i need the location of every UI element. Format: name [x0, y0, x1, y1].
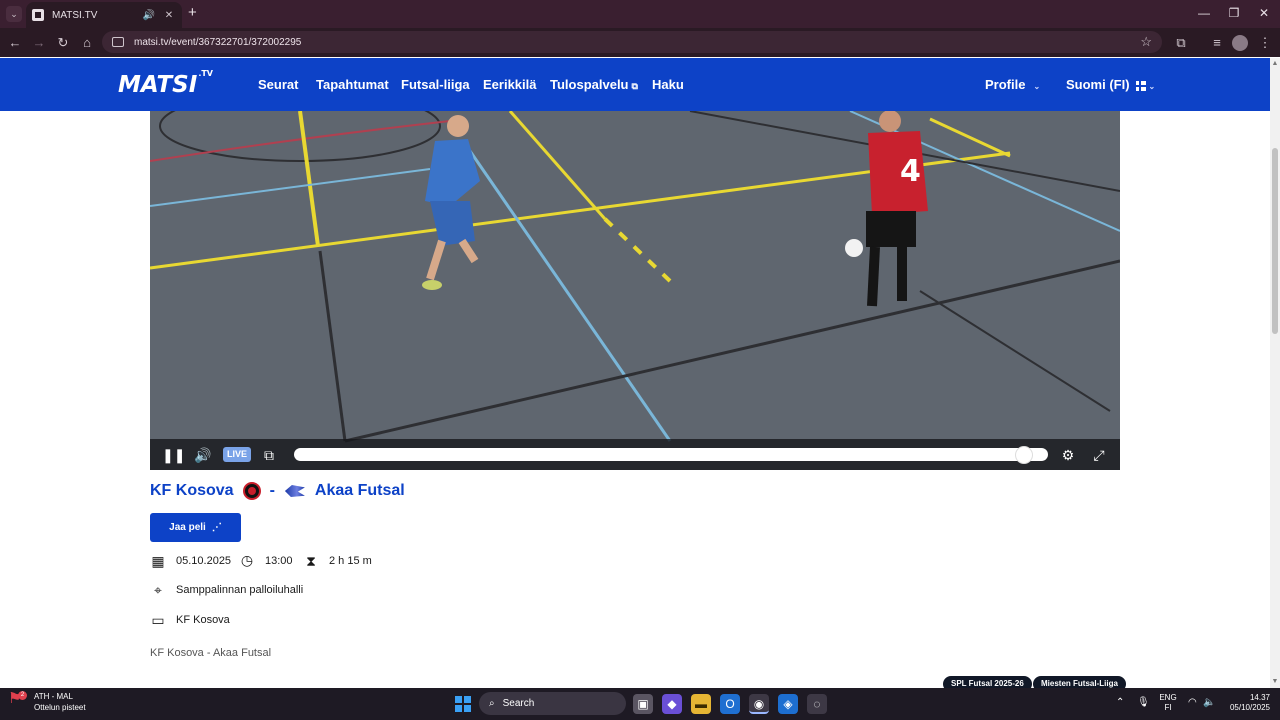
site-logo[interactable]: MATSI.TV — [118, 69, 213, 98]
clock-icon: ◷ — [240, 552, 254, 568]
forward-icon[interactable]: → — [30, 34, 48, 52]
windows-start-icon[interactable] — [455, 696, 471, 712]
wifi-icon[interactable]: ◠ — [1188, 697, 1197, 708]
url-text: matsi.tv/event/367322701/372002295 — [134, 36, 302, 48]
picture-in-picture-icon[interactable]: ⧉ — [260, 446, 278, 464]
seek-bar[interactable] — [294, 448, 1048, 461]
app-icon-2[interactable]: ◌ — [807, 694, 827, 714]
chevron-down-icon: ⌄ — [1148, 82, 1156, 91]
sports-pin-icon: ⚑ 2 — [8, 691, 27, 711]
match-title: KF Kosova - Akaa Futsal — [150, 482, 405, 500]
address-bar[interactable]: matsi.tv/event/367322701/372002295 ☆ — [102, 31, 1162, 53]
file-explorer-icon[interactable]: ▬ — [691, 694, 711, 714]
site-info-icon[interactable] — [112, 37, 124, 47]
nav-futsal-liiga[interactable]: Futsal-liiga — [401, 77, 470, 92]
location-pin-icon: ⌖ — [154, 582, 162, 598]
broadcaster-name: KF Kosova — [176, 614, 230, 626]
chevron-down-icon: ⌄ — [1033, 82, 1041, 91]
home-team-crest — [242, 482, 261, 500]
match-date: 05.10.2025 — [176, 555, 232, 567]
scroll-down-arrow-icon[interactable]: ▼ — [1271, 678, 1279, 685]
finland-flag-icon — [1135, 80, 1146, 91]
tab-close-icon[interactable]: ✕ — [162, 10, 176, 21]
away-team-name[interactable]: Akaa Futsal — [315, 482, 405, 500]
minimize-button[interactable]: — — [1194, 6, 1214, 20]
away-team-crest — [284, 485, 305, 497]
search-icon: ⌕ — [489, 698, 495, 709]
svg-text:4: 4 — [900, 154, 921, 189]
restore-button[interactable]: ❐ — [1224, 6, 1244, 20]
home-team-name[interactable]: KF Kosova — [150, 482, 234, 500]
scrollbar-thumb[interactable] — [1272, 148, 1278, 334]
profile-menu[interactable]: Profile ⌄ — [985, 77, 1040, 92]
taskbar-search[interactable]: ⌕ Search — [479, 692, 626, 715]
reload-icon[interactable]: ↻ — [54, 34, 72, 52]
bookmark-star-icon[interactable]: ☆ — [1140, 34, 1152, 50]
task-view-icon[interactable]: ▣ — [633, 694, 653, 714]
new-tab-button[interactable]: + — [188, 5, 197, 21]
fullscreen-icon[interactable]: ⤢ — [1089, 446, 1109, 464]
match-time: 13:00 — [265, 555, 293, 567]
back-icon[interactable]: ← — [6, 34, 24, 52]
profile-avatar[interactable] — [1232, 35, 1248, 51]
hourglass-icon: ⧗ — [306, 553, 316, 569]
calendar-icon: ▦ — [151, 553, 165, 569]
browser-tab[interactable]: MATSI.TV 🔊 ✕ — [26, 2, 182, 28]
venue-name: Samppalinnan palloiluhalli — [176, 584, 304, 596]
nav-tapahtumat[interactable]: Tapahtumat — [316, 77, 389, 92]
sports-widget[interactable]: ⚑ 2 ATH - MAL Ottelun pisteet — [8, 691, 86, 713]
taskbar-search-label: Search — [502, 698, 535, 709]
tray-chevron-icon[interactable]: ⌃ — [1116, 697, 1124, 708]
match-description: KF Kosova - Akaa Futsal — [150, 647, 272, 659]
language-indicator[interactable]: ENG FI — [1158, 693, 1178, 713]
video-player[interactable]: 4 — [150, 111, 1120, 470]
nav-haku[interactable]: Haku — [652, 77, 684, 92]
app-icon[interactable]: ◈ — [778, 694, 798, 714]
settings-gear-icon[interactable]: ⚙ — [1058, 446, 1078, 464]
speaker-icon[interactable]: 🔈 — [1203, 697, 1215, 708]
pause-button[interactable]: ❚❚ — [162, 446, 185, 464]
copilot-icon[interactable]: ◆ — [662, 694, 682, 714]
nav-seurat[interactable]: Seurat — [258, 77, 298, 92]
nav-tulospalvelu[interactable]: Tulospalvelu ⧉ — [550, 77, 638, 92]
share-icon: ⋰ — [211, 522, 222, 533]
widget-title: ATH - MAL — [34, 692, 73, 701]
browser-menu-icon[interactable]: ⋮ — [1256, 34, 1274, 52]
live-button[interactable]: LIVE — [223, 447, 251, 462]
video-frame: 4 — [150, 111, 1120, 470]
external-link-icon: ⧉ — [631, 81, 638, 91]
team-separator: - — [269, 482, 275, 499]
nav-eerikkila[interactable]: Eerikkilä — [483, 77, 537, 92]
close-window-button[interactable]: ✕ — [1254, 6, 1274, 20]
share-game-button[interactable]: Jaa peli ⋰ — [150, 513, 241, 542]
favicon-icon — [32, 9, 44, 21]
volume-icon[interactable]: 🔊 — [193, 446, 213, 464]
microphone-icon[interactable]: 🎙 — [1137, 697, 1150, 708]
scroll-up-arrow-icon[interactable]: ▲ — [1271, 60, 1279, 67]
video-camera-icon: ▭ — [151, 612, 165, 628]
system-clock[interactable]: 14.37 05/10/2025 — [1220, 693, 1270, 713]
widget-badge: 2 — [18, 691, 27, 700]
chrome-icon[interactable]: ◉ — [749, 694, 769, 714]
tab-search-icon[interactable]: ⌄ — [6, 6, 22, 22]
tab-audio-icon[interactable]: 🔊 — [142, 10, 156, 21]
match-duration: 2 h 15 m — [329, 555, 372, 567]
extensions-icon[interactable]: ⧉ — [1172, 34, 1190, 52]
media-controls-icon[interactable]: ≡ — [1208, 34, 1226, 52]
language-selector[interactable]: Suomi (FI) ⌄ — [1066, 77, 1155, 92]
tab-title: MATSI.TV — [52, 9, 98, 21]
outlook-icon[interactable]: O — [720, 694, 740, 714]
widget-subtitle: Ottelun pisteet — [34, 703, 86, 712]
home-icon[interactable]: ⌂ — [78, 34, 96, 52]
